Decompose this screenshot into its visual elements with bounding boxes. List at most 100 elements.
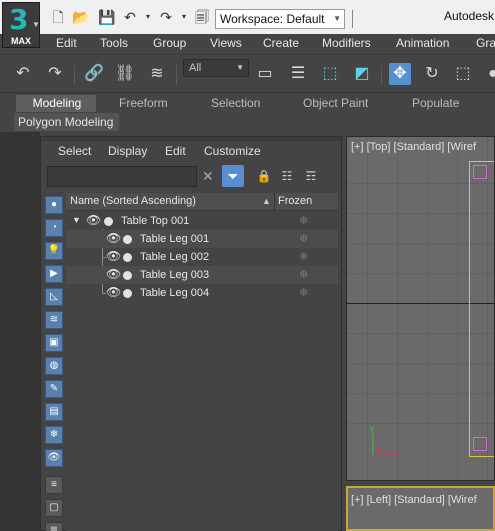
column-divider[interactable] bbox=[274, 193, 275, 211]
tree-row-table-leg[interactable]: 👁 Table Leg 004 ❄ bbox=[66, 284, 338, 302]
lights-filter-icon[interactable]: 💡 bbox=[45, 242, 63, 260]
polygon-modeling-button[interactable]: Polygon Modeling bbox=[14, 113, 119, 131]
selection-filter-select[interactable]: All ▼ bbox=[183, 59, 249, 77]
menu-animation[interactable]: Animation bbox=[396, 36, 449, 50]
menu-graph-editors[interactable]: Gra bbox=[476, 36, 495, 50]
scale-icon[interactable]: ⬚ bbox=[452, 63, 474, 85]
redo-quick-icon[interactable]: ↷ bbox=[158, 9, 174, 25]
menu-edit[interactable]: Edit bbox=[56, 36, 77, 50]
tab-modeling[interactable]: Modeling bbox=[16, 95, 96, 112]
menu-create[interactable]: Create bbox=[263, 36, 299, 50]
display-none-icon[interactable]: ▢ bbox=[45, 499, 63, 517]
expand-arrow-icon[interactable]: ▼ bbox=[72, 215, 81, 225]
explorer-search-input[interactable] bbox=[47, 166, 197, 187]
undo-dropdown-icon[interactable]: ▾ bbox=[144, 9, 152, 25]
explorer-menu-customize[interactable]: Customize bbox=[204, 144, 261, 158]
lock-icon[interactable]: 🔒 bbox=[256, 168, 272, 184]
redo-dropdown-icon[interactable]: ▾ bbox=[180, 9, 188, 25]
command-panel-edge bbox=[0, 132, 40, 531]
shapes-filter-icon[interactable]: ◔ bbox=[45, 219, 63, 237]
explorer-grip[interactable] bbox=[41, 137, 341, 141]
viewport-left[interactable]: [+] [Left] [Standard] [Wiref bbox=[346, 486, 495, 531]
ribbon-tabs: Modeling Freeform Selection Object Paint… bbox=[0, 92, 495, 112]
rotate-icon[interactable]: ↻ bbox=[421, 63, 443, 85]
column-frozen-header[interactable]: Frozen bbox=[278, 195, 312, 207]
visibility-eye-icon[interactable]: 👁 bbox=[106, 267, 121, 281]
viewport-top[interactable]: y x [+] [Top] [Standard] [Wiref bbox=[346, 136, 495, 481]
tree-row-table-leg[interactable]: 👁 Table Leg 001 ❄ bbox=[66, 230, 338, 248]
redo-icon[interactable]: ↷ bbox=[44, 63, 66, 85]
invert-display-icon[interactable]: ≣ bbox=[45, 522, 63, 531]
frozen-filter-icon[interactable]: ❄ bbox=[45, 426, 63, 444]
groups-filter-icon[interactable]: ▣ bbox=[45, 334, 63, 352]
menu-modifiers[interactable]: Modifiers bbox=[322, 36, 371, 50]
move-icon[interactable]: ✥ bbox=[389, 63, 411, 85]
hierarchy-icon[interactable]: ☷ bbox=[279, 168, 295, 184]
cameras-filter-icon[interactable]: ▶ bbox=[45, 265, 63, 283]
rectangular-selection-icon[interactable]: ⬚ bbox=[319, 63, 341, 85]
layer-list-icon[interactable]: ☶ bbox=[303, 168, 319, 184]
explorer-menu-display[interactable]: Display bbox=[108, 144, 147, 158]
select-by-name-icon[interactable]: ☰ bbox=[287, 63, 309, 85]
tab-populate[interactable]: Populate bbox=[412, 96, 459, 110]
table-leg-marker[interactable] bbox=[473, 165, 487, 179]
render-dot-icon[interactable] bbox=[104, 217, 113, 226]
render-dot-icon[interactable] bbox=[123, 289, 132, 298]
frozen-toggle-icon[interactable]: ❄ bbox=[299, 214, 308, 227]
link-icon[interactable]: 🔗 bbox=[83, 63, 105, 85]
visibility-eye-icon[interactable]: 👁 bbox=[86, 213, 101, 227]
workspace-select[interactable]: Workspace: Default ▼ bbox=[215, 9, 345, 29]
window-crossing-icon[interactable]: ◩ bbox=[351, 63, 373, 85]
render-dot-icon[interactable] bbox=[123, 253, 132, 262]
column-name-header[interactable]: Name (Sorted Ascending) bbox=[70, 195, 196, 207]
table-leg-marker[interactable] bbox=[473, 437, 487, 451]
object-name: Table Top 001 bbox=[121, 215, 190, 227]
viewport-label[interactable]: [+] [Left] [Standard] [Wiref bbox=[351, 494, 477, 506]
containers-filter-icon[interactable]: ▤ bbox=[45, 403, 63, 421]
filter-icon[interactable]: ⏷ bbox=[222, 165, 244, 187]
visibility-eye-icon[interactable]: 👁 bbox=[106, 285, 121, 299]
xrefs-filter-icon[interactable]: ◍ bbox=[45, 357, 63, 375]
visibility-eye-icon[interactable]: 👁 bbox=[106, 249, 121, 263]
frozen-toggle-icon[interactable]: ❄ bbox=[299, 268, 308, 281]
frozen-toggle-icon[interactable]: ❄ bbox=[299, 286, 308, 299]
hidden-filter-icon[interactable]: 👁 bbox=[45, 449, 63, 467]
render-dot-icon[interactable] bbox=[123, 235, 132, 244]
open-file-icon[interactable]: 📂 bbox=[72, 9, 89, 25]
render-dot-icon[interactable] bbox=[123, 271, 132, 280]
undo-quick-icon[interactable]: ↶ bbox=[122, 9, 138, 25]
tree-row-table-leg[interactable]: 👁 Table Leg 002 ❄ bbox=[66, 248, 338, 266]
tree-row-table-leg[interactable]: 👁 Table Leg 003 ❄ bbox=[66, 266, 338, 284]
display-all-icon[interactable]: ≡ bbox=[45, 476, 63, 494]
frozen-toggle-icon[interactable]: ❄ bbox=[299, 232, 308, 245]
tab-freeform[interactable]: Freeform bbox=[119, 96, 168, 110]
save-file-icon[interactable]: 💾 bbox=[98, 9, 115, 25]
bind-space-warp-icon[interactable]: ≋ bbox=[146, 63, 168, 85]
visibility-eye-icon[interactable]: 👁 bbox=[106, 231, 121, 245]
explorer-menu-select[interactable]: Select bbox=[58, 144, 91, 158]
project-folder-icon[interactable]: 🗐 bbox=[194, 9, 210, 25]
geometry-filter-icon[interactable]: ● bbox=[45, 196, 63, 214]
bones-filter-icon[interactable]: ✎ bbox=[45, 380, 63, 398]
select-manipulate-icon[interactable]: ● bbox=[482, 63, 495, 85]
viewport-label[interactable]: [+] [Top] [Standard] [Wiref bbox=[351, 141, 476, 153]
app-logo-button[interactable]: 3 MAX ▼ bbox=[2, 2, 40, 48]
new-file-icon[interactable]: 🗋 bbox=[50, 9, 66, 25]
tab-selection[interactable]: Selection bbox=[211, 96, 260, 110]
frozen-toggle-icon[interactable]: ❄ bbox=[299, 250, 308, 263]
chevron-down-icon: ▼ bbox=[236, 63, 244, 72]
undo-icon[interactable]: ↶ bbox=[12, 63, 34, 85]
tree-row-table-top[interactable]: ▼ 👁 Table Top 001 ❄ bbox=[66, 212, 338, 230]
chevron-down-icon: ▼ bbox=[32, 20, 40, 29]
menu-tools[interactable]: Tools bbox=[100, 36, 128, 50]
unlink-icon[interactable]: ⛓ bbox=[114, 63, 136, 85]
explorer-menu-edit[interactable]: Edit bbox=[165, 144, 186, 158]
menu-views[interactable]: Views bbox=[210, 36, 242, 50]
tab-object-paint[interactable]: Object Paint bbox=[303, 96, 368, 110]
space-warps-filter-icon[interactable]: ≋ bbox=[45, 311, 63, 329]
selected-object-outline[interactable] bbox=[469, 161, 494, 457]
menu-group[interactable]: Group bbox=[153, 36, 186, 50]
helpers-filter-icon[interactable]: ◺ bbox=[45, 288, 63, 306]
clear-search-icon[interactable]: ✕ bbox=[202, 168, 214, 185]
select-object-icon[interactable]: ▭ bbox=[254, 63, 276, 85]
